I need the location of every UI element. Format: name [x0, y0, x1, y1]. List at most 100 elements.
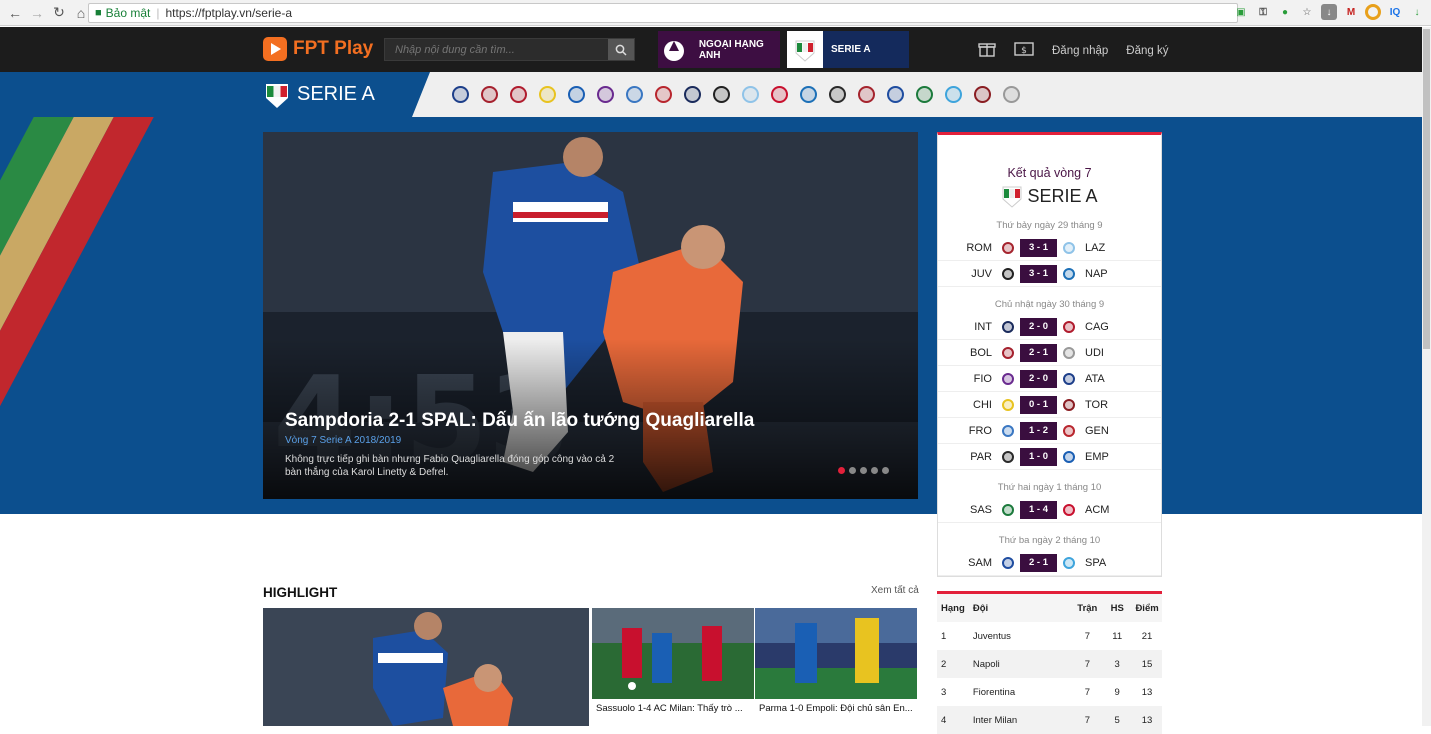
match-row[interactable]: CHI 0 - 1 TOR	[938, 392, 1161, 418]
hero-slide[interactable]: 4:53 Sampdoria 2-1 SPAL: Dấu ấn lão tướn…	[263, 132, 918, 499]
evernote-icon[interactable]: ●	[1277, 4, 1293, 20]
standings-row[interactable]: 4 Inter Milan 7 5 13	[937, 706, 1162, 734]
inter-club-icon[interactable]	[684, 86, 701, 103]
play-icon	[263, 37, 287, 61]
bologna-club-icon[interactable]	[481, 86, 498, 103]
spal-club-icon[interactable]	[945, 86, 962, 103]
match-row[interactable]: BOL 2 - 1 UDI	[938, 340, 1161, 366]
away-crest-icon	[1063, 267, 1075, 280]
search-icon[interactable]	[608, 39, 634, 60]
star-icon[interactable]: ☆	[1299, 4, 1315, 20]
milan-club-icon[interactable]	[771, 86, 788, 103]
team-name: Juventus	[972, 630, 1011, 642]
iq-extension-icon[interactable]: IQ	[1387, 4, 1403, 20]
forward-icon[interactable]: →	[26, 2, 48, 24]
match-row[interactable]: PAR 1 - 0 EMP	[938, 444, 1161, 470]
match-row[interactable]: ROM 3 - 1 LAZ	[938, 235, 1161, 261]
highlight-caption[interactable]: Sassuolo 1-4 AC Milan: Thấy trò ...	[592, 699, 754, 714]
hero-subtitle[interactable]: Vòng 7 Serie A 2018/2019	[285, 435, 401, 446]
sassuolo-club-icon[interactable]	[916, 86, 933, 103]
serie-a-logo[interactable]: SERIE A	[263, 78, 375, 110]
match-row[interactable]: FRO 1 - 2 GEN	[938, 418, 1161, 444]
extension-bar: ▣ ⚿ ● ☆ ↓ M IQ ↓	[1233, 4, 1425, 20]
register-link[interactable]: Đăng ký	[1126, 45, 1168, 57]
match-row[interactable]: SAS 1 - 4 ACM	[938, 497, 1161, 523]
color-extension-icon[interactable]	[1365, 4, 1381, 20]
rank: 2	[941, 658, 947, 670]
serie-a-label: SERIE A	[831, 44, 871, 55]
standings-row[interactable]: 2 Napoli 7 3 15	[937, 650, 1162, 678]
torino-club-icon[interactable]	[974, 86, 991, 103]
download-arrow-icon[interactable]: ↓	[1409, 4, 1425, 20]
reload-icon[interactable]: ↻	[48, 2, 70, 24]
home-crest-icon	[1002, 241, 1014, 254]
rank: 1	[941, 630, 947, 642]
url-text: https://fptplay.vn/serie-a	[165, 6, 292, 20]
gmail-icon[interactable]: M	[1343, 4, 1359, 20]
rank: 4	[941, 714, 947, 726]
secure-label: Bảo mật	[105, 6, 151, 20]
page-scrollbar[interactable]	[1422, 27, 1431, 726]
slider-dot[interactable]	[849, 467, 856, 474]
match-day-label: Thứ ba ngày 2 tháng 10	[998, 535, 1101, 546]
empoli-club-icon[interactable]	[568, 86, 585, 103]
results-title: Kết quả vòng 7	[1007, 166, 1092, 180]
back-icon[interactable]: ←	[4, 2, 26, 24]
hero-title[interactable]: Sampdoria 2-1 SPAL: Dấu ấn lão tướng Qua…	[285, 410, 754, 432]
napoli-club-icon[interactable]	[800, 86, 817, 103]
match-score: 1 - 0	[1020, 447, 1057, 466]
cagliari-club-icon[interactable]	[510, 86, 527, 103]
home-team: INT	[974, 320, 992, 333]
match-row[interactable]: FIO 2 - 0 ATA	[938, 366, 1161, 392]
match-row[interactable]: JUV 3 - 1 NAP	[938, 261, 1161, 287]
slider-dot[interactable]	[882, 467, 889, 474]
match-row[interactable]: INT 2 - 0 CAG	[938, 314, 1161, 340]
home-crest-icon	[1002, 503, 1014, 516]
search-input[interactable]	[385, 39, 608, 60]
juventus-club-icon[interactable]	[713, 86, 730, 103]
premier-league-banner[interactable]: NGOẠI HẠNG ANH	[658, 31, 780, 68]
away-team: SPA	[1085, 556, 1107, 569]
standings-row[interactable]: 3 Fiorentina 7 9 13	[937, 678, 1162, 706]
site-header: FPT Play NGOẠI HẠNG ANH SERIE A $ Đăng n…	[0, 27, 1422, 72]
atalanta-club-icon[interactable]	[452, 86, 469, 103]
highlight-main-video[interactable]	[263, 608, 589, 726]
match-row[interactable]: SAM 2 - 1 SPA	[938, 550, 1161, 576]
slider-dot[interactable]	[860, 467, 867, 474]
match-day-label: Thứ bảy ngày 29 tháng 9	[996, 220, 1103, 231]
scrollbar-thumb[interactable]	[1423, 29, 1430, 349]
serie-a-shield-icon	[1002, 186, 1022, 208]
home-crest-icon	[1002, 398, 1014, 411]
away-crest-icon	[1063, 424, 1075, 437]
highlight-card[interactable]: Sassuolo 1-4 AC Milan: Thấy trò ...	[592, 608, 754, 726]
slider-dot[interactable]	[838, 467, 845, 474]
premier-league-badge-icon	[658, 31, 691, 68]
serie-a-banner[interactable]: SERIE A	[787, 31, 909, 68]
home-crest-icon	[1002, 346, 1014, 359]
svg-text:$: $	[1021, 46, 1027, 56]
slider-dot[interactable]	[871, 467, 878, 474]
fiorentina-club-icon[interactable]	[597, 86, 614, 103]
address-bar[interactable]: ■ Bảo mật | https://fptplay.vn/serie-a	[88, 3, 1238, 23]
download-icon[interactable]: ↓	[1321, 4, 1337, 20]
standings-row[interactable]: 1 Juventus 7 11 21	[937, 622, 1162, 650]
chievo-club-icon[interactable]	[539, 86, 556, 103]
fpt-play-logo[interactable]: FPT Play	[263, 37, 373, 61]
lazio-club-icon[interactable]	[742, 86, 759, 103]
highlight-caption[interactable]: Parma 1-0 Empoli: Đội chủ sân En...	[755, 699, 917, 714]
sampdoria-club-icon[interactable]	[887, 86, 904, 103]
goal-diff: 11	[1112, 630, 1123, 642]
cart-extension-icon[interactable]: ▣	[1233, 4, 1249, 20]
key-icon[interactable]: ⚿	[1255, 4, 1271, 20]
genoa-club-icon[interactable]	[655, 86, 672, 103]
gift-icon[interactable]	[978, 40, 996, 61]
serie-a-badge-icon	[787, 31, 823, 68]
roma-club-icon[interactable]	[858, 86, 875, 103]
login-link[interactable]: Đăng nhập	[1052, 45, 1108, 57]
frosinone-club-icon[interactable]	[626, 86, 643, 103]
payment-icon[interactable]: $	[1014, 41, 1034, 60]
highlight-card[interactable]: Parma 1-0 Empoli: Đội chủ sân En...	[755, 608, 917, 726]
view-all-link[interactable]: Xem tất cả	[871, 585, 919, 596]
parma-club-icon[interactable]	[829, 86, 846, 103]
udinese-club-icon[interactable]	[1003, 86, 1020, 103]
